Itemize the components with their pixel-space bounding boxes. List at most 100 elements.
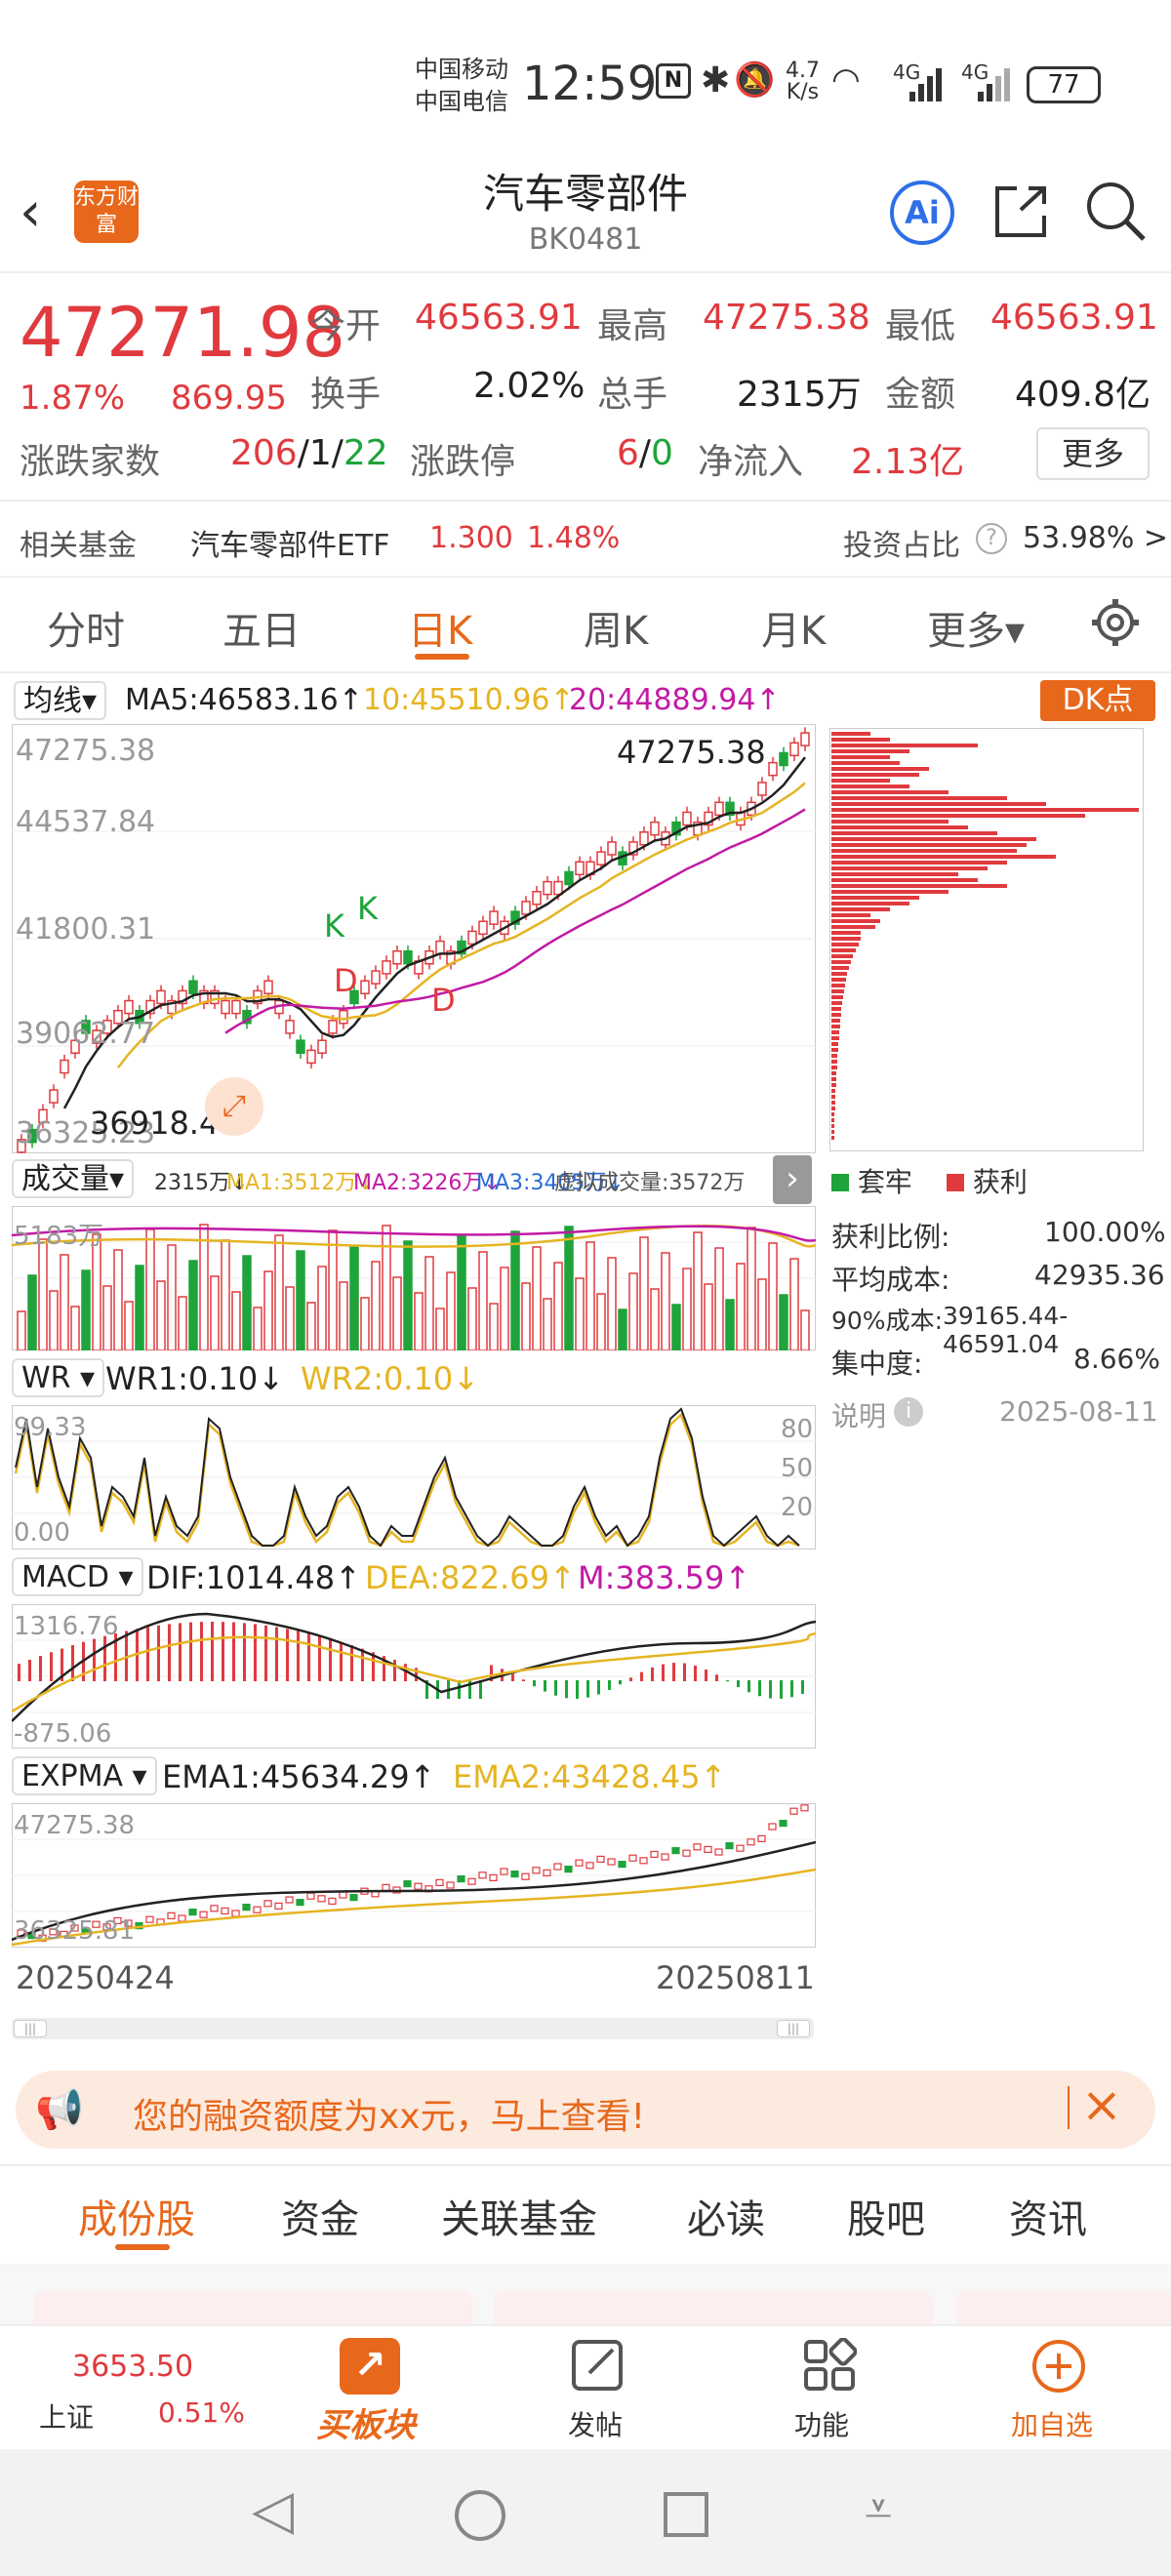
expma-candle-up — [714, 1848, 723, 1856]
home-nav-icon[interactable] — [455, 2490, 505, 2541]
chevron-right-icon[interactable]: › — [773, 1155, 812, 1204]
expma-candle-up — [586, 1862, 594, 1870]
macd-bar-down — [780, 1680, 783, 1699]
post-button[interactable]: 发帖 — [546, 2334, 644, 2443]
add-watchlist-button[interactable]: 加自选 — [1005, 2334, 1112, 2443]
share-icon[interactable] — [991, 181, 1050, 241]
expma-y-top: 47275.38 — [14, 1811, 136, 1840]
expma-candle-up — [650, 1850, 659, 1859]
expma-candle-down — [188, 1908, 197, 1916]
expma-select[interactable]: EXPMA ▾ — [12, 1756, 157, 1795]
range-scrollbar[interactable]: ||| ||| — [12, 2018, 814, 2039]
tab-daily-k[interactable]: 日K — [408, 599, 472, 656]
macd-bar-up — [511, 1673, 514, 1681]
chip-bar — [831, 1048, 838, 1052]
settings-icon[interactable] — [1091, 597, 1140, 648]
tab-news[interactable]: 资讯 — [1009, 2188, 1087, 2244]
chip-bar — [831, 1001, 842, 1005]
expma-candle-up — [382, 1883, 390, 1892]
turnover-value: 2.02% — [473, 366, 586, 406]
expma-candle-down — [779, 1820, 787, 1828]
range-handle-left[interactable]: ||| — [14, 2020, 47, 2037]
note-label[interactable]: 说明 — [831, 1395, 886, 1434]
tab-more[interactable]: 更多▾ — [927, 599, 1025, 656]
net-speed: 4.7 — [786, 59, 820, 83]
back-button[interactable]: ‹ — [20, 181, 41, 244]
notification-pull-icon[interactable]: ⩡ — [865, 2480, 892, 2538]
volume-bar-up — [124, 1301, 134, 1350]
volume-bar-up — [467, 1287, 477, 1350]
range-handle-right[interactable]: ||| — [777, 2020, 810, 2037]
ma-select[interactable]: 均线▾ — [14, 681, 107, 720]
volume-bar-up — [145, 1228, 155, 1350]
back-nav-icon[interactable]: ◁ — [252, 2478, 294, 2542]
candle-up — [392, 949, 402, 965]
macd-bar-up — [340, 1641, 343, 1681]
macd-bar-down — [576, 1680, 579, 1699]
chip-bar — [831, 884, 1007, 888]
header-divider — [0, 271, 1171, 273]
search-icon[interactable] — [1085, 181, 1148, 243]
related-fund-row[interactable]: 相关基金 汽车零部件ETF 1.300 1.48% 投资占比 ? 53.98% … — [0, 503, 1171, 574]
signal-2-icon — [978, 68, 1010, 101]
tab-must-read[interactable]: 必读 — [687, 2188, 765, 2244]
candle-up — [360, 980, 370, 995]
macd-bar-up — [286, 1629, 289, 1681]
volume-bar-up — [285, 1286, 295, 1350]
tab-constituents[interactable]: 成份股 — [78, 2188, 195, 2244]
functions-button[interactable]: 功能 — [781, 2334, 878, 2443]
tab-intraday[interactable]: 分时 — [47, 599, 125, 656]
wr2-line — [14, 1412, 800, 1548]
tab-five-day[interactable]: 五日 — [222, 599, 301, 656]
close-icon[interactable]: × — [1081, 2076, 1122, 2133]
volume-bar-down — [564, 1226, 574, 1350]
expma-candle-up — [285, 1896, 294, 1904]
recent-apps-icon[interactable] — [664, 2492, 708, 2537]
chip-bar — [831, 1107, 835, 1110]
macd-y-bottom: -875.06 — [14, 1719, 112, 1749]
expma-candle-down — [618, 1860, 626, 1869]
max-price-tag: 47275.38 — [617, 734, 766, 771]
tabs-divider — [0, 671, 1171, 673]
ai-button[interactable]: Ai — [890, 181, 954, 245]
macd-bar-down — [565, 1680, 568, 1699]
volume-bar-up — [414, 1292, 424, 1350]
fund-label: 相关基金 — [20, 529, 137, 563]
tab-weekly-k[interactable]: 周K — [584, 599, 648, 656]
expma-candle-up — [789, 1807, 798, 1815]
help-icon[interactable]: ? — [976, 523, 1007, 554]
index-ticker[interactable]: 3653.50 上证 0.51% — [0, 2326, 254, 2451]
dk-point-button[interactable]: DK点 — [1040, 680, 1155, 721]
more-button[interactable]: 更多 — [1036, 427, 1150, 480]
volume-bar-up — [478, 1251, 488, 1350]
sep: / — [638, 433, 652, 473]
macd-bar-up — [629, 1677, 632, 1681]
d-mark-2: D — [431, 982, 456, 1019]
expand-icon[interactable]: ⤢ — [205, 1077, 263, 1136]
macd-select[interactable]: MACD ▾ — [12, 1557, 143, 1596]
info-icon[interactable]: i — [894, 1397, 923, 1427]
chip-bar — [831, 1042, 838, 1046]
volume-bar-up — [714, 1247, 724, 1350]
volume-select[interactable]: 成交量▾ — [12, 1159, 135, 1198]
volume-bar-up — [736, 1263, 746, 1350]
volume-bar-up — [532, 1246, 542, 1350]
tab-forum[interactable]: 股吧 — [847, 2188, 925, 2244]
macd-bar-down — [726, 1680, 729, 1682]
tab-capital[interactable]: 资金 — [281, 2188, 359, 2244]
wr-select[interactable]: WR ▾ — [12, 1358, 105, 1397]
macd-bar-down — [769, 1680, 772, 1699]
tab-monthly-k[interactable]: 月K — [761, 599, 826, 656]
volume-bar-down — [296, 1250, 305, 1350]
financing-banner[interactable]: 📢 您的融资额度为xx元，马上查看! × — [16, 2071, 1155, 2149]
macd-bar-up — [103, 1635, 106, 1681]
volume-bar-up — [661, 1252, 670, 1350]
ema1-value: EMA1:45634.29↑ — [162, 1758, 436, 1795]
macd-m: M:383.59↑ — [578, 1559, 751, 1596]
chip-bar — [831, 1124, 834, 1128]
tab-related-funds[interactable]: 关联基金 — [441, 2188, 597, 2244]
buy-sector-button[interactable]: ↗ 买板块 — [312, 2334, 429, 2445]
candle-up — [328, 1020, 338, 1034]
chip-bar — [831, 779, 890, 783]
ma20-value: 20:44889.94↑ — [569, 683, 781, 717]
